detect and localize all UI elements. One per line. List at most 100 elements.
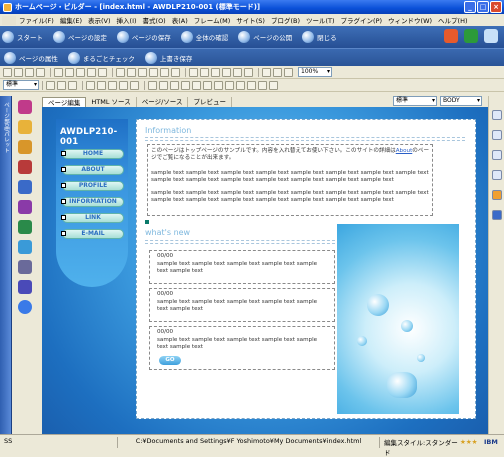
full-check-button[interactable]: まるごとチェック <box>67 51 135 64</box>
check-all-button[interactable]: 全体の確認 <box>180 31 228 43</box>
redo-icon[interactable] <box>98 67 107 77</box>
zoom-in-icon[interactable] <box>262 67 271 77</box>
menu-frame[interactable]: フレーム(M) <box>191 15 234 25</box>
nav-link[interactable]: LINK <box>61 213 124 223</box>
clipart-icon[interactable] <box>18 200 32 214</box>
paste-icon[interactable] <box>76 67 85 77</box>
underline-icon[interactable] <box>108 80 117 90</box>
site-view-icon[interactable] <box>492 210 502 220</box>
new-icon[interactable] <box>3 67 12 77</box>
nav-email[interactable]: E-MAIL <box>61 229 124 239</box>
link-view-icon[interactable] <box>492 150 502 160</box>
zoom-select[interactable]: 100% <box>298 67 332 77</box>
size-up-icon[interactable] <box>57 80 66 90</box>
logo-icon[interactable] <box>18 100 32 114</box>
list-icon[interactable] <box>189 67 198 77</box>
layout-icon[interactable] <box>492 170 502 180</box>
photo-icon[interactable] <box>18 220 32 234</box>
bubble-shell-image[interactable] <box>337 224 459 414</box>
strike-icon[interactable] <box>119 80 128 90</box>
table-icon[interactable] <box>138 67 147 77</box>
grid-icon[interactable] <box>211 67 220 77</box>
table-cell-icon[interactable] <box>225 80 234 90</box>
rule-icon[interactable] <box>171 67 180 77</box>
font-color-icon[interactable] <box>130 80 139 90</box>
align-center-icon[interactable] <box>159 80 168 90</box>
nav-about[interactable]: ABOUT <box>61 165 124 175</box>
folder-icon[interactable] <box>492 190 502 200</box>
tool-icon[interactable] <box>464 29 478 43</box>
size-down-icon[interactable] <box>68 80 77 90</box>
print-icon[interactable] <box>36 67 45 77</box>
nav-profile[interactable]: PROFILE <box>61 181 124 191</box>
minimize-button[interactable]: _ <box>464 1 476 13</box>
merge-icon[interactable] <box>258 80 267 90</box>
close-button[interactable]: 閉じる <box>302 31 337 43</box>
font-icon[interactable] <box>46 80 55 90</box>
menu-insert[interactable]: 挿入(I) <box>114 15 140 25</box>
main-content[interactable]: Information このページはトップページのサンプルです。内容を入れ替えて… <box>136 119 476 419</box>
paragraph-style-select[interactable]: 標準 <box>3 80 39 90</box>
menu-site[interactable]: サイト(S) <box>233 15 268 25</box>
parts-palette-tab[interactable]: ページ部品/パレット <box>0 96 12 434</box>
attribute-icon[interactable] <box>492 110 502 120</box>
form-icon[interactable] <box>18 260 32 274</box>
spell-icon[interactable] <box>233 67 242 77</box>
go-button[interactable]: GO <box>159 356 181 365</box>
nav-information[interactable]: INFORMATION <box>61 197 124 207</box>
body-select[interactable]: BODY <box>440 96 482 106</box>
style-icon[interactable] <box>492 130 502 140</box>
menu-edit[interactable]: 編集(E) <box>57 15 85 25</box>
tab-html-source[interactable]: HTML ソース <box>86 97 137 107</box>
menu-help[interactable]: ヘルプ(H) <box>435 15 470 25</box>
numbered-list-icon[interactable] <box>181 80 190 90</box>
color-icon[interactable] <box>222 67 231 77</box>
nav-home[interactable]: HOME <box>61 149 124 159</box>
italic-icon[interactable] <box>97 80 106 90</box>
close-window-button[interactable]: × <box>490 1 502 13</box>
bold-icon[interactable] <box>86 80 95 90</box>
menu-window[interactable]: ウィンドウ(W) <box>385 15 435 25</box>
menu-plugin[interactable]: プラグイン(P) <box>338 15 386 25</box>
fit-icon[interactable] <box>284 67 293 77</box>
publish-button[interactable]: ページの公開 <box>238 31 292 43</box>
page-settings-button[interactable]: ページの設定 <box>53 31 107 43</box>
layer-icon[interactable] <box>200 67 209 77</box>
maximize-button[interactable]: □ <box>477 1 489 13</box>
table-col-icon[interactable] <box>247 80 256 90</box>
about-link[interactable]: About <box>396 148 413 154</box>
link-icon[interactable] <box>116 67 125 77</box>
split-icon[interactable] <box>269 80 278 90</box>
form-icon[interactable] <box>149 67 158 77</box>
image-icon[interactable] <box>127 67 136 77</box>
menu-format[interactable]: 書式(O) <box>140 15 169 25</box>
align-left-icon[interactable] <box>148 80 157 90</box>
save-icon[interactable] <box>25 67 34 77</box>
outdent-icon[interactable] <box>214 80 223 90</box>
menu-tools[interactable]: ツール(T) <box>303 15 338 25</box>
cut-icon[interactable] <box>54 67 63 77</box>
save-page-button[interactable]: ページの保存 <box>116 31 171 43</box>
plugin-icon[interactable] <box>444 29 458 43</box>
help-circle-icon[interactable] <box>18 300 32 314</box>
animation-icon[interactable] <box>18 160 32 174</box>
marquee-icon[interactable] <box>160 67 169 77</box>
copy-icon[interactable] <box>65 67 74 77</box>
table-row-icon[interactable] <box>236 80 245 90</box>
script-icon[interactable] <box>18 280 32 294</box>
tab-preview[interactable]: プレビュー <box>188 97 232 107</box>
page-props-button[interactable]: ページの属性 <box>4 51 58 64</box>
menu-table[interactable]: 表(A) <box>169 15 191 25</box>
indent-icon[interactable] <box>203 80 212 90</box>
standard-select[interactable]: 標準 <box>393 96 437 106</box>
wallpaper-icon[interactable] <box>18 180 32 194</box>
preview-icon[interactable] <box>244 67 253 77</box>
undo-icon[interactable] <box>87 67 96 77</box>
menu-file[interactable]: ファイル(F) <box>16 15 57 25</box>
overwrite-save-button[interactable]: 上書き保存 <box>144 51 192 64</box>
help-icon[interactable] <box>484 29 498 43</box>
menu-blog[interactable]: ブログ(B) <box>268 15 303 25</box>
align-right-icon[interactable] <box>170 80 179 90</box>
open-icon[interactable] <box>14 67 23 77</box>
map-icon[interactable] <box>18 240 32 254</box>
